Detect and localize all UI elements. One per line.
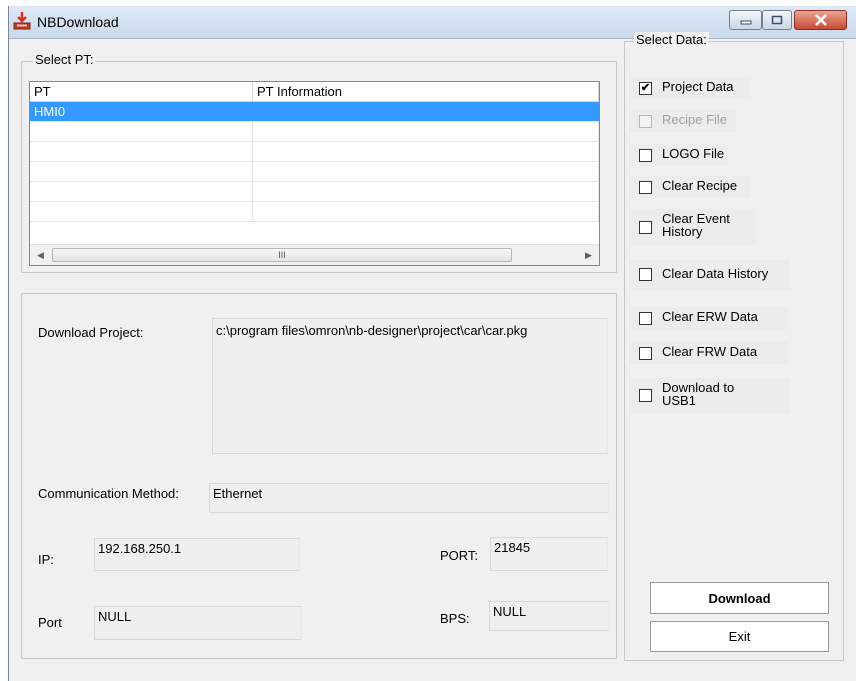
communication-method-field: Ethernet	[209, 483, 609, 513]
minimize-icon	[740, 20, 751, 25]
table-row[interactable]	[30, 202, 599, 222]
pt-cell	[30, 142, 253, 161]
checkbox-label: Recipe File	[662, 112, 728, 127]
table-row[interactable]: HMI0	[30, 102, 599, 122]
minimize-button[interactable]	[729, 10, 762, 30]
table-row[interactable]	[30, 122, 599, 142]
checkbox-label: Clear Recipe	[662, 178, 738, 193]
port-upper-field: 21845	[490, 537, 608, 571]
window-title: NBDownload	[37, 14, 119, 30]
port-lower-label: Port	[38, 615, 62, 630]
pt-info-cell	[253, 122, 599, 141]
checkbox-label: Clear Data History	[662, 266, 769, 281]
ip-label: IP:	[38, 552, 54, 567]
port-lower-field: NULL	[94, 606, 302, 640]
column-header-pt[interactable]: PT	[30, 82, 253, 102]
pt-cell: HMI0	[30, 102, 253, 121]
checkbox-label: Clear FRW Data	[662, 344, 758, 359]
pt-cell	[30, 162, 253, 181]
download-button-label: Download	[708, 590, 771, 606]
exit-button[interactable]: Exit	[650, 621, 829, 652]
ip-field: 192.168.250.1	[94, 538, 300, 571]
checkbox-label: Clear Event History	[662, 212, 730, 238]
pt-info-cell	[253, 102, 599, 121]
checkbox-label-line: Clear Event History	[662, 211, 730, 239]
select-pt-label: Select PT:	[33, 52, 96, 67]
close-button[interactable]	[794, 10, 847, 30]
clear-event-history-checkbox[interactable]: Clear Event History	[630, 209, 756, 245]
download-to-usb1-checkbox[interactable]: Download to USB1	[630, 378, 790, 414]
checkbox-label: LOGO File	[662, 146, 725, 161]
pt-info-cell	[253, 182, 599, 201]
table-row[interactable]	[30, 162, 599, 182]
table-row[interactable]	[30, 142, 599, 162]
download-tray-icon	[13, 12, 31, 30]
horizontal-scrollbar[interactable]: ◀ III ▶	[30, 244, 599, 265]
pt-cell	[30, 122, 253, 141]
checkbox-label-line: Download to USB1	[662, 380, 735, 408]
pt-cell	[30, 202, 253, 221]
column-header-pt-information[interactable]: PT Information	[253, 82, 599, 102]
select-data-label: Select Data:	[634, 32, 709, 47]
table-row[interactable]	[30, 182, 599, 202]
download-project-label: Download Project:	[38, 325, 144, 340]
pt-info-cell	[253, 142, 599, 161]
bps-label: BPS:	[440, 611, 470, 626]
pt-cell	[30, 182, 253, 201]
clear-recipe-checkbox[interactable]: Clear Recipe	[630, 176, 751, 198]
scroll-left-icon[interactable]: ◀	[32, 245, 49, 265]
logo-file-checkbox[interactable]: LOGO File	[630, 144, 728, 166]
clear-frw-data-checkbox[interactable]: Clear FRW Data	[630, 342, 788, 364]
download-button[interactable]: Download	[650, 582, 829, 614]
clear-data-history-checkbox[interactable]: Clear Data History	[630, 260, 790, 290]
close-icon	[814, 14, 827, 26]
scroll-right-icon[interactable]: ▶	[580, 245, 597, 265]
check-icon: ✔	[639, 82, 652, 95]
bps-field: NULL	[489, 601, 610, 631]
port-upper-label: PORT:	[440, 548, 479, 563]
checkbox-label: Clear ERW Data	[662, 309, 758, 324]
exit-button-label: Exit	[728, 629, 751, 644]
project-data-checkbox[interactable]: ✔ Project Data	[630, 77, 750, 99]
maximize-button[interactable]	[762, 10, 792, 30]
download-project-field: c:\program files\omron\nb-designer\proje…	[212, 318, 608, 454]
clear-erw-data-checkbox[interactable]: Clear ERW Data	[630, 307, 788, 329]
recipe-file-checkbox[interactable]: Recipe File	[630, 110, 736, 132]
title-bar[interactable]: NBDownload	[9, 6, 856, 39]
communication-method-label: Communication Method:	[38, 486, 179, 501]
pt-info-cell	[253, 162, 599, 181]
pt-table[interactable]: PT PT Information HMI0 ◀ III ▶	[29, 81, 600, 266]
pt-info-cell	[253, 202, 599, 221]
scrollbar-thumb[interactable]: III	[52, 248, 512, 262]
checkbox-label: Download to USB1	[662, 381, 734, 407]
checkbox-label: Project Data	[662, 79, 734, 94]
maximize-icon	[771, 15, 783, 25]
